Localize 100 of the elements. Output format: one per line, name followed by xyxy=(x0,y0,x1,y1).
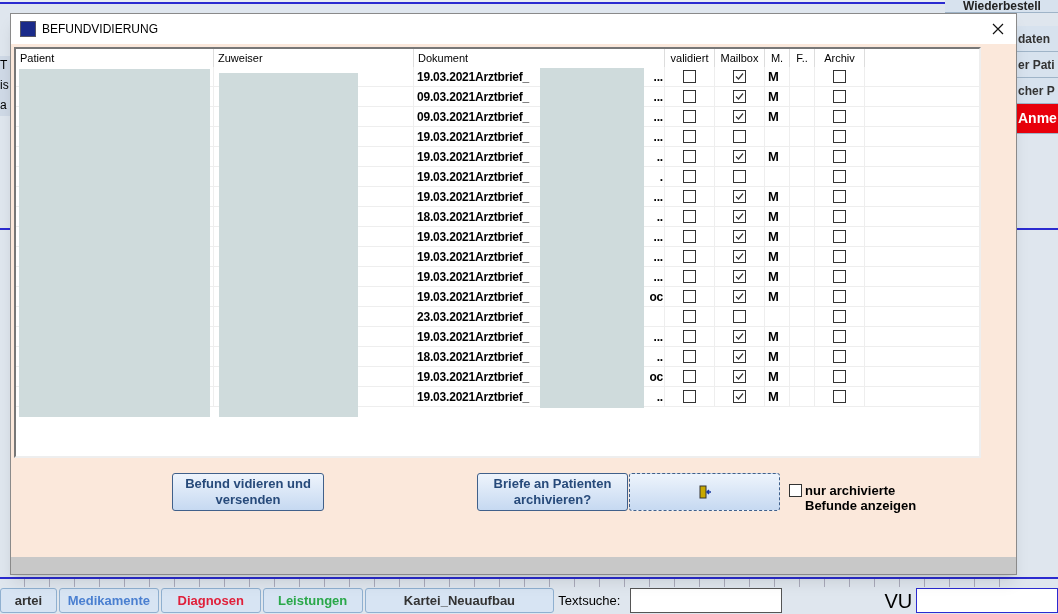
checkbox[interactable] xyxy=(833,250,846,263)
table-cell-text: ... xyxy=(653,108,663,126)
checkbox[interactable] xyxy=(733,310,746,323)
table-cell-text: ... xyxy=(653,248,663,266)
table-cell-text: 19.03.2021Arztbrief_ xyxy=(417,68,530,86)
checkbox[interactable] xyxy=(683,270,696,283)
tab[interactable]: artei xyxy=(0,588,57,613)
text-fragment: is xyxy=(0,77,10,94)
checkbox[interactable] xyxy=(733,230,746,243)
search-label: Textsuche: xyxy=(558,591,621,610)
checkbox[interactable] xyxy=(833,110,846,123)
table-cell-text: 19.03.2021Arztbrief_ xyxy=(417,248,530,266)
checkbox[interactable] xyxy=(733,350,746,363)
checkbox[interactable] xyxy=(683,210,696,223)
table-cell-text: M xyxy=(768,147,779,166)
table-cell-text: M xyxy=(768,207,779,226)
checkbox[interactable] xyxy=(833,330,846,343)
table-cell-text: .. xyxy=(656,348,663,366)
checkbox[interactable] xyxy=(833,370,846,383)
archive-button[interactable]: Briefe an Patienten archivieren? xyxy=(477,473,628,511)
tab[interactable]: Diagnosen xyxy=(160,588,261,613)
checkbox[interactable] xyxy=(683,90,696,103)
checkbox[interactable] xyxy=(683,190,696,203)
checkbox[interactable] xyxy=(833,170,846,183)
table-cell-text: ... xyxy=(653,328,663,346)
search-field[interactable] xyxy=(630,588,783,613)
table-cell-text: 19.03.2021Arztbrief_ xyxy=(417,268,530,286)
tab[interactable]: Kartei_Neuaufbau xyxy=(364,588,555,613)
checkbox[interactable] xyxy=(733,250,746,263)
checkbox[interactable] xyxy=(683,150,696,163)
checkbox[interactable] xyxy=(683,290,696,303)
checkbox[interactable] xyxy=(733,190,746,203)
table-cell-text: .. xyxy=(656,208,663,226)
checkbox[interactable] xyxy=(683,310,696,323)
table-cell-text: 19.03.2021Arztbrief_ xyxy=(417,188,530,206)
checkbox[interactable] xyxy=(683,110,696,123)
exit-door-icon xyxy=(697,485,712,499)
checkbox[interactable] xyxy=(733,150,746,163)
checkbox[interactable] xyxy=(683,370,696,383)
column-header[interactable]: Zuweiser xyxy=(214,49,414,67)
column-header[interactable]: Patient xyxy=(16,49,214,67)
checkbox[interactable] xyxy=(733,290,746,303)
side-button[interactable]: Wiederbestell xyxy=(945,0,1058,13)
table-cell-text: M xyxy=(768,287,779,306)
checkbox[interactable] xyxy=(683,170,696,183)
table-cell-text: 23.03.2021Arztbrief_ xyxy=(417,308,530,326)
table-cell-text: ... xyxy=(653,268,663,286)
table-cell-text: .. xyxy=(656,148,663,166)
column-header[interactable]: Archiv xyxy=(815,49,865,67)
checkbox[interactable] xyxy=(733,90,746,103)
input-field[interactable] xyxy=(916,588,1058,613)
checkbox[interactable] xyxy=(733,170,746,183)
table-cell-text: M xyxy=(768,227,779,246)
column-header[interactable]: validiert xyxy=(665,49,715,67)
checkbox[interactable] xyxy=(683,330,696,343)
checkbox[interactable] xyxy=(733,130,746,143)
validate-send-button[interactable]: Befund vidieren und versenden xyxy=(172,473,324,511)
checkbox[interactable] xyxy=(833,190,846,203)
checkbox[interactable] xyxy=(733,110,746,123)
table-cell-text: 19.03.2021Arztbrief_ xyxy=(417,228,530,246)
table-cell-text: ... xyxy=(653,88,663,106)
checkbox[interactable] xyxy=(833,290,846,303)
exit-button[interactable] xyxy=(629,473,780,511)
table-cell-text: M xyxy=(768,87,779,106)
side-button[interactable]: daten xyxy=(1017,26,1058,52)
side-button[interactable]: Anme xyxy=(1017,104,1058,134)
checkbox[interactable] xyxy=(733,270,746,283)
checkbox[interactable] xyxy=(733,390,746,403)
checkbox[interactable] xyxy=(833,230,846,243)
checkbox[interactable] xyxy=(833,90,846,103)
checkbox[interactable] xyxy=(833,70,846,83)
checkbox[interactable] xyxy=(833,210,846,223)
column-header[interactable]: Dokument xyxy=(414,49,665,67)
checkbox[interactable] xyxy=(833,310,846,323)
side-button[interactable]: er Pati xyxy=(1017,52,1058,78)
checkbox[interactable] xyxy=(733,330,746,343)
checkbox[interactable] xyxy=(833,350,846,363)
table-cell-text: M xyxy=(768,267,779,286)
checkbox[interactable] xyxy=(733,370,746,383)
checkbox[interactable] xyxy=(683,70,696,83)
checkbox[interactable] xyxy=(833,390,846,403)
column-header[interactable]: M. xyxy=(765,49,790,67)
close-icon[interactable] xyxy=(991,22,1005,36)
column-header[interactable]: F.. xyxy=(790,49,815,67)
column-header[interactable]: Mailbox xyxy=(715,49,765,67)
checkbox[interactable] xyxy=(733,210,746,223)
side-button[interactable]: cher P xyxy=(1017,78,1058,104)
checkbox[interactable] xyxy=(833,150,846,163)
table-cell-text: M xyxy=(768,107,779,126)
checkbox[interactable] xyxy=(833,270,846,283)
checkbox[interactable] xyxy=(683,230,696,243)
checkbox[interactable] xyxy=(733,70,746,83)
checkbox[interactable] xyxy=(833,130,846,143)
table-cell-text: .. xyxy=(656,388,663,406)
checkbox[interactable] xyxy=(683,130,696,143)
table-cell-text: ... xyxy=(653,228,663,246)
checkbox[interactable] xyxy=(789,484,802,497)
checkbox[interactable] xyxy=(683,250,696,263)
checkbox[interactable] xyxy=(683,390,696,403)
checkbox[interactable] xyxy=(683,350,696,363)
